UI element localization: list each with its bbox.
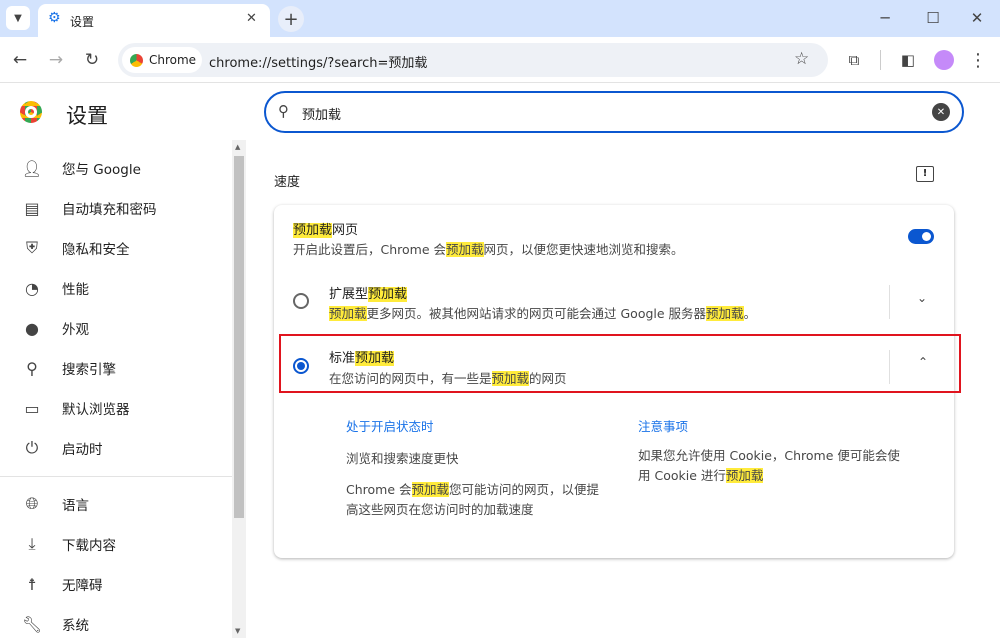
sidebar-item-label: 您与 Google [62, 162, 141, 178]
preload-description: 开启此设置后，Chrome 会预加载网页，以便您更快速地浏览和搜索。 [293, 242, 684, 257]
gauge-icon: ◔ [25, 278, 39, 298]
sidebar-item-autofill[interactable]: ▤ 自动填充和密码 [0, 188, 232, 228]
sidebar: 👤︎ 您与 Google ▤ 自动填充和密码 ⛨ 隐私和安全 ◔ 性能 ● 外观 ⚲ 搜索引… [0, 140, 232, 638]
sidebar-item-languages[interactable]: 🌐︎ 语言 [0, 484, 232, 524]
extended-preload-radio[interactable] [293, 293, 309, 309]
sidebar-item-label: 搜索引擎 [62, 362, 116, 378]
scroll-up-icon[interactable]: ▲ [235, 143, 240, 151]
extended-preload-description: 预加载更多网页。被其他网站请求的网页可能会通过 Google 服务器预加载。 [329, 306, 757, 321]
feedback-icon[interactable]: ! [916, 166, 934, 182]
sidebar-item-label: 外观 [62, 322, 89, 338]
person-icon: 👤︎ [21, 158, 43, 178]
sidebar-item-downloads[interactable]: ⤓ 下载内容 [0, 524, 232, 564]
considerations-heading: 注意事项 [638, 419, 689, 434]
sidebar-item-label: 隐私和安全 [62, 242, 130, 258]
gear-icon: ⚙ [48, 10, 61, 26]
divider [889, 285, 890, 319]
minimize-button[interactable]: ─ [870, 6, 900, 30]
url-text[interactable]: chrome://settings/?search=预加载 [209, 52, 427, 71]
sidebar-item-search-engine[interactable]: ⚲ 搜索引擎 [0, 348, 232, 388]
when-on-heading: 处于开启状态时 [346, 419, 434, 434]
divider [880, 50, 881, 70]
sidebar-item-label: 无障碍 [62, 578, 103, 594]
star-icon[interactable]: ☆ [794, 49, 809, 69]
sidebar-item-on-startup[interactable]: ⏻ 启动时 [0, 428, 232, 468]
chrome-logo-icon [20, 101, 42, 123]
sidebar-item-label: 下载内容 [62, 538, 116, 554]
sidebar-item-system[interactable]: 🔧︎ 系统 [0, 604, 232, 644]
preload-toggle[interactable] [908, 229, 934, 244]
considerations-text: 如果您允许使用 Cookie，Chrome 便可能会使用 Cookie 进行预加… [638, 448, 900, 483]
when-on-detail: Chrome 会预加载您可能访问的网页，以便提 高这些网页在您访问时的加载速度 [346, 482, 600, 517]
back-button[interactable]: ← [8, 48, 32, 72]
globe-icon: 🌐︎ [25, 494, 39, 513]
tab-search-button[interactable]: ▼ [6, 6, 30, 30]
accessibility-icon: ☨ [27, 574, 37, 594]
shield-icon: ⛨ [25, 238, 38, 257]
extended-preload-title: 扩展型预加载 [329, 287, 408, 302]
annotation-box [279, 334, 961, 393]
sidebar-item-accessibility[interactable]: ☨ 无障碍 [0, 564, 232, 604]
close-icon[interactable]: ✕ [246, 11, 257, 26]
sidebar-item-performance[interactable]: ◔ 性能 [0, 268, 232, 308]
close-window-button[interactable]: ✕ [962, 6, 992, 30]
new-tab-button[interactable]: + [278, 6, 304, 32]
sidebar-item-you-and-google[interactable]: 👤︎ 您与 Google [0, 148, 232, 188]
extensions-icon[interactable]: ⧉ [842, 48, 866, 72]
tab-title: 设置 [70, 15, 95, 29]
scrollbar-thumb[interactable] [234, 156, 244, 518]
settings-search[interactable]: ⚲ 预加载 ✕ [264, 91, 964, 133]
divider [0, 476, 232, 477]
download-icon: ⤓ [28, 534, 36, 553]
sidebar-item-label: 自动填充和密码 [62, 202, 157, 218]
preload-title: 预加载网页 [293, 223, 359, 238]
sidebar-item-privacy[interactable]: ⛨ 隐私和安全 [0, 228, 232, 268]
sidebar-item-label: 默认浏览器 [62, 402, 130, 418]
sidebar-item-label: 启动时 [62, 442, 103, 458]
palette-icon: ● [25, 318, 39, 338]
when-on-text: 浏览和搜索速度更快 [346, 451, 459, 466]
power-icon: ⏻ [25, 438, 39, 457]
browser-icon: ▭ [24, 398, 40, 418]
search-input[interactable]: 预加载 [302, 104, 341, 123]
sidebar-item-default-browser[interactable]: ▭ 默认浏览器 [0, 388, 232, 428]
scroll-down-icon[interactable]: ▼ [235, 627, 240, 635]
clear-search-icon[interactable]: ✕ [932, 103, 950, 121]
side-panel-icon[interactable]: ◧ [896, 48, 920, 72]
section-title: 速度 [274, 175, 301, 190]
forward-button[interactable]: → [44, 48, 68, 72]
sidebar-item-label: 语言 [62, 498, 89, 514]
page-title: 设置 [66, 104, 108, 128]
sidebar-item-label: 性能 [62, 282, 89, 298]
url-chip: Chrome [149, 53, 197, 67]
sidebar-item-appearance[interactable]: ● 外观 [0, 308, 232, 348]
address-bar[interactable]: Chrome chrome://settings/?search=预加载 ☆ [118, 43, 828, 77]
more-menu-icon[interactable]: ⋮ [966, 48, 990, 72]
tab-settings[interactable]: ⚙ 设置 ✕ [38, 4, 270, 37]
maximize-button[interactable]: ☐ [918, 6, 948, 30]
avatar[interactable] [934, 50, 954, 70]
chevron-down-icon[interactable]: ⌄ [917, 291, 927, 305]
clipboard-icon: ▤ [24, 198, 40, 218]
sidebar-item-label: 系统 [62, 618, 89, 634]
wrench-icon: 🔧︎ [21, 614, 43, 634]
chrome-icon [130, 53, 143, 67]
search-icon: ⚲ [278, 102, 289, 120]
reload-button[interactable]: ↻ [80, 48, 104, 72]
search-icon: ⚲ [26, 358, 38, 378]
